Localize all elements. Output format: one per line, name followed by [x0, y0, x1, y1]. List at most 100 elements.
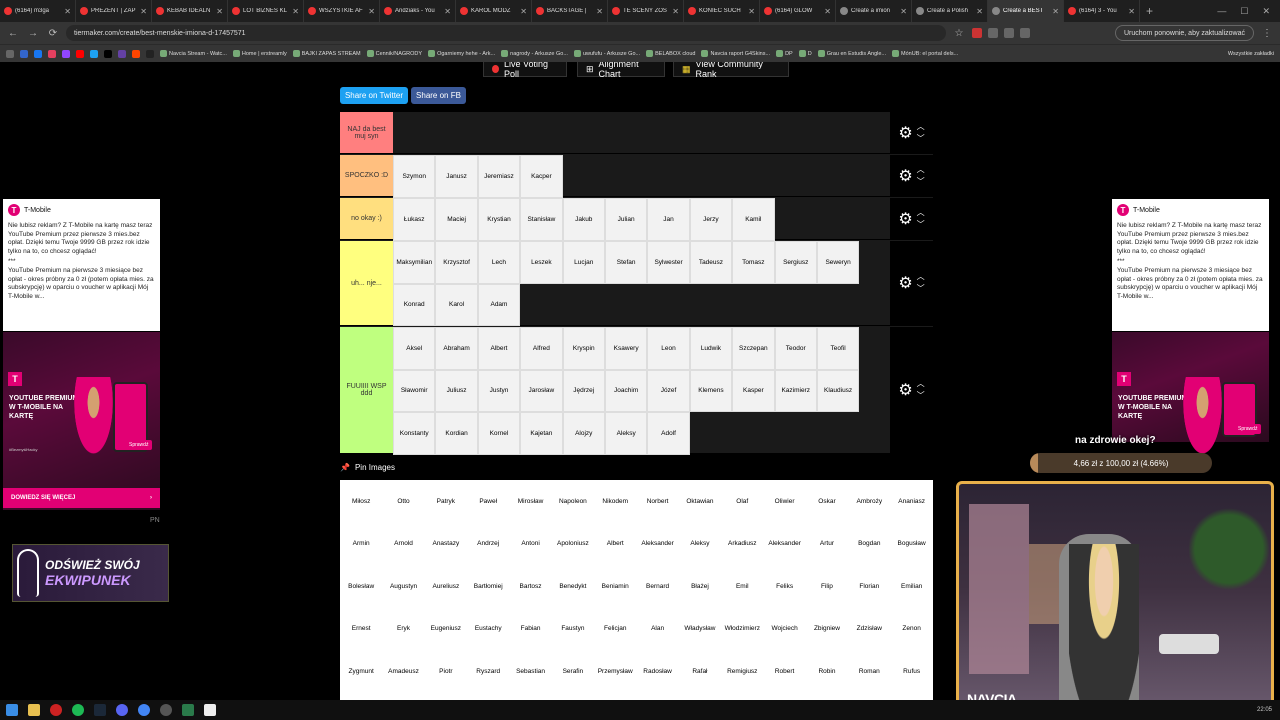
browser-tab[interactable]: Create a BEST ✕ [988, 0, 1064, 22]
tier-label[interactable]: NAJ da best muj syn [340, 112, 393, 153]
pool-item[interactable]: Robin [806, 650, 848, 693]
chevron-up-icon[interactable]: ︿ [917, 121, 925, 133]
chevron-down-icon[interactable]: ﹀ [917, 390, 925, 402]
tier-label[interactable]: FUUIIII WSP ddd [340, 327, 393, 453]
bookmark-item[interactable]: Cennik/NAGRODY [366, 50, 422, 57]
bookmark-item[interactable]: Grau en Estudis Angle... [817, 50, 886, 57]
chevron-down-icon[interactable]: ﹀ [917, 283, 925, 295]
bookmark-item[interactable]: Navcia raport G4Skins... [701, 50, 770, 57]
close-icon[interactable]: ✕ [444, 7, 451, 16]
bookmark-icon[interactable] [146, 49, 154, 58]
tier-item[interactable]: Albert [477, 327, 521, 370]
tier-item[interactable]: Ludwik [689, 327, 733, 370]
obs-icon[interactable] [160, 704, 172, 716]
gear-icon[interactable]: ⚙ [898, 273, 912, 293]
close-icon[interactable]: ✕ [976, 7, 983, 16]
chevron-up-icon[interactable]: ︿ [917, 378, 925, 390]
tier-item[interactable]: Kryspin [562, 327, 605, 370]
tier-item[interactable]: Sergiusz [774, 241, 817, 284]
browser-tab[interactable]: PREZENT | ZAP ✕ [76, 0, 152, 22]
pool-item[interactable]: Fabian [509, 608, 551, 651]
alignment-chart-button[interactable]: ⊞ Alignment Chart [577, 62, 665, 79]
pool-item[interactable]: Artur [806, 523, 848, 566]
close-icon[interactable]: ✕ [900, 7, 907, 16]
pool-item[interactable]: Bernard [636, 565, 678, 608]
tier-item[interactable]: Kamil [732, 198, 775, 241]
browser-tab[interactable]: WSZYSTKIE AF ✕ [304, 0, 380, 22]
bookmark-item[interactable]: nagrody - Arkusze Go... [501, 50, 568, 57]
close-icon[interactable]: ✕ [1052, 7, 1059, 16]
pool-item[interactable]: Bogdan [848, 523, 890, 566]
pool-item[interactable]: Bogusław [890, 523, 932, 566]
tier-item[interactable]: Seweryn [816, 241, 860, 284]
tier-label[interactable]: SPOCZKO :D [340, 155, 393, 196]
pool-item[interactable]: Piotr [425, 650, 467, 693]
apps-icon[interactable] [6, 49, 14, 58]
tier-item[interactable]: Aleksy [604, 412, 648, 455]
pool-item[interactable]: Władysław [679, 608, 721, 651]
tier-item[interactable]: Adolf [647, 412, 690, 455]
live-voting-button[interactable]: Live Voting Poll [483, 62, 567, 79]
browser-tab[interactable]: LOT BIZNES KL ✕ [228, 0, 304, 22]
chrome-icon[interactable] [138, 704, 150, 716]
pool-item[interactable]: Bartłomiej [467, 565, 509, 608]
browser-tab[interactable]: KAROL MODZ ✕ [456, 0, 532, 22]
tier-item[interactable]: Teofil [816, 327, 860, 370]
extension-icon[interactable] [1004, 28, 1014, 38]
bookmark-item[interactable]: Ogarniemy hehe - Ark... [428, 50, 495, 57]
tier-label[interactable]: uh... nje... [340, 241, 393, 325]
pool-item[interactable]: Robert [763, 650, 805, 693]
pool-item[interactable]: Antoni [509, 523, 551, 566]
tier-item[interactable]: Leszek [520, 241, 563, 284]
pool-item[interactable]: Apoloniusz [552, 523, 594, 566]
pool-item[interactable]: Włodzimierz [721, 608, 763, 651]
steam-icon[interactable] [94, 704, 106, 716]
pool-item[interactable]: Aleksy [679, 523, 721, 566]
extension-badge-icon[interactable] [972, 28, 982, 38]
tier-item[interactable]: Maksymilian [393, 241, 436, 284]
star-icon[interactable]: ☆ [952, 28, 966, 39]
pool-item[interactable]: Aureliusz [425, 565, 467, 608]
browser-tab[interactable]: Create a imion ✕ [836, 0, 912, 22]
pool-item[interactable]: Oktawian [679, 480, 721, 523]
pool-item[interactable]: Zygmunt [340, 650, 382, 693]
tier-item[interactable]: Stanisław [520, 198, 563, 241]
close-icon[interactable]: ✕ [368, 7, 375, 16]
pool-item[interactable]: Emil [721, 565, 763, 608]
close-icon[interactable]: ✕ [1128, 7, 1135, 16]
app-icon[interactable] [182, 704, 194, 716]
tier-item[interactable]: Kordian [435, 412, 478, 455]
pool-item[interactable]: Aleksander [763, 523, 805, 566]
tier-item[interactable]: Jakub [562, 198, 605, 241]
tier-item[interactable]: Leon [647, 327, 690, 370]
menu-icon[interactable]: ⋮ [1260, 28, 1274, 39]
pool-item[interactable]: Bartosz [509, 565, 551, 608]
pool-item[interactable]: Roman [848, 650, 890, 693]
pool-item[interactable]: Przemysław [594, 650, 636, 693]
pool-item[interactable]: Ananiasz [890, 480, 932, 523]
gear-icon[interactable]: ⚙ [898, 380, 912, 400]
tier-label[interactable]: no okay :) [340, 198, 393, 239]
tier-item[interactable]: Teodor [774, 327, 817, 370]
tier-item[interactable]: Konstanty [393, 412, 436, 455]
opera-icon[interactable] [50, 704, 62, 716]
pool-item[interactable]: Ernest [340, 608, 382, 651]
bookmark-icon[interactable] [104, 49, 112, 58]
pool-item[interactable]: Eugeniusz [425, 608, 467, 651]
tier-item[interactable]: Stefan [604, 241, 648, 284]
pool-item[interactable]: Ambroży [848, 480, 890, 523]
pool-item[interactable]: Olaf [721, 480, 763, 523]
tier-item[interactable]: Sylwester [647, 241, 690, 284]
tier-item[interactable]: Kazimierz [774, 369, 817, 412]
pool-item[interactable]: Bolesław [340, 565, 382, 608]
tier-item[interactable]: Lech [477, 241, 521, 284]
tier-item[interactable]: Abraham [435, 327, 478, 370]
browser-tab[interactable]: KONIEC SUCH ✕ [684, 0, 760, 22]
pool-item[interactable]: Amadeusz [382, 650, 424, 693]
bookmark-item[interactable]: Navcia Stream - Watc... [160, 50, 227, 57]
url-input[interactable]: tiermaker.com/create/best-menskie-imiona… [66, 25, 946, 41]
community-rank-button[interactable]: ▦ View Community Rank [673, 62, 789, 79]
pool-item[interactable]: Anastazy [425, 523, 467, 566]
tier-item[interactable]: Łukasz [393, 198, 436, 241]
pool-item[interactable]: Patryk [425, 480, 467, 523]
